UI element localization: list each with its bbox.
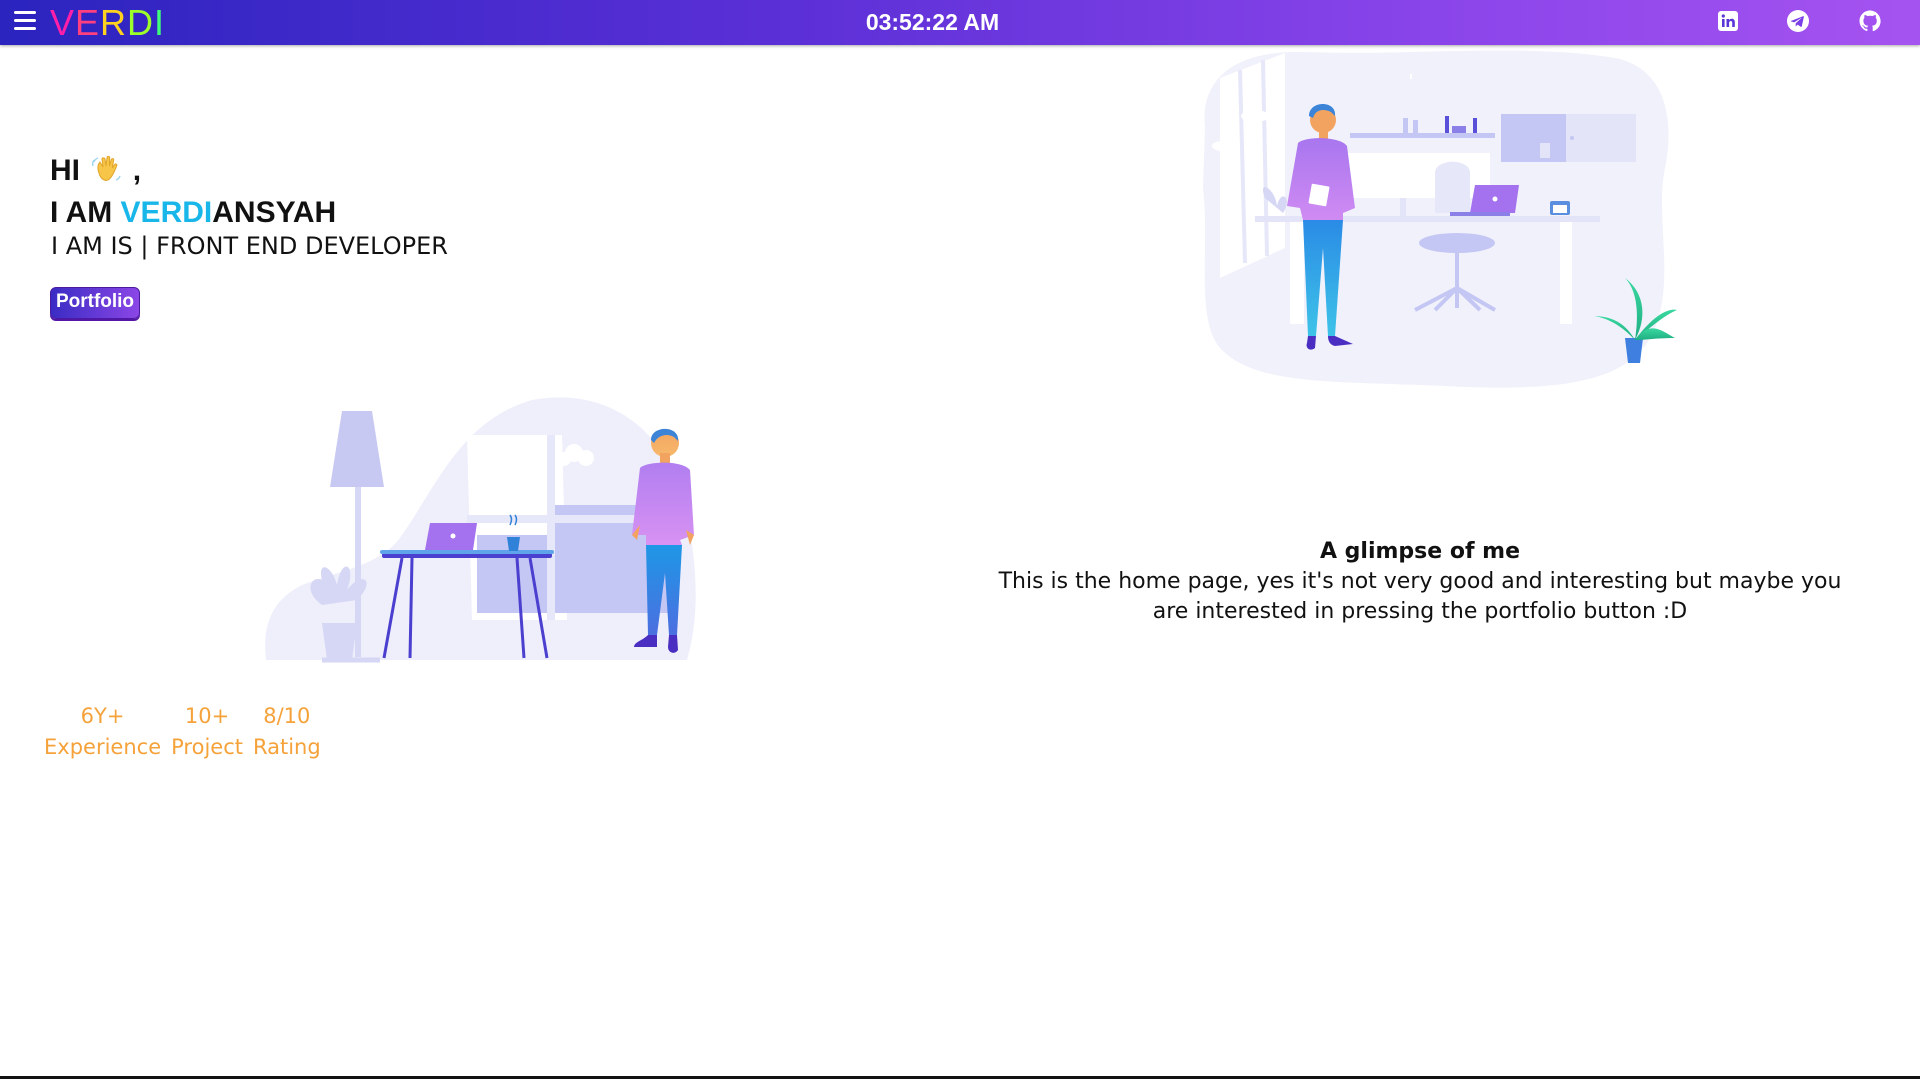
- greeting-suffix: ,: [132, 154, 142, 187]
- stat-value: 8/10: [263, 704, 311, 728]
- role-text: I AM IS | FRONT END DEVELOPER: [51, 232, 448, 260]
- stats: 6Y+ Experience 10+ Project 8/10 Rating: [44, 701, 321, 763]
- headline: I AM VERDIANSYAH: [50, 196, 336, 230]
- stat-experience: 6Y+ Experience: [44, 701, 161, 763]
- glimpse-title: A glimpse of me: [1319, 539, 1521, 564]
- linkedin-icon[interactable]: [1716, 9, 1740, 33]
- greeting-text: HI: [50, 154, 80, 187]
- stat-label: Project: [171, 735, 243, 759]
- stat-value: 10+: [184, 704, 230, 728]
- stat-label: Experience: [44, 735, 162, 759]
- portfolio-button[interactable]: Portfolio: [50, 287, 140, 319]
- name-rest: ANSYAH: [212, 196, 337, 229]
- greeting: HI ,: [50, 153, 141, 188]
- waving-hand-icon: [90, 153, 122, 185]
- navbar: VERDI 03:52:22 AM: [0, 0, 1920, 45]
- workspace-illustration-left: [265, 397, 696, 663]
- name-highlight: VERDI: [120, 196, 213, 229]
- clock: 03:52:22 AM: [865, 9, 1000, 35]
- github-icon[interactable]: [1858, 9, 1882, 33]
- stat-value: 6Y+: [80, 704, 125, 728]
- telegram-icon[interactable]: [1786, 9, 1810, 33]
- stat-project: 10+ Project: [171, 701, 243, 763]
- glimpse-text: This is the home page, yes it's not very…: [998, 569, 1842, 624]
- stat-label: Rating: [252, 735, 321, 759]
- bottom-divider: [0, 1076, 1920, 1079]
- office-illustration-right: [1203, 50, 1677, 388]
- headline-prefix: I AM: [50, 196, 121, 229]
- glimpse-section: A glimpse of me This is the home page, y…: [990, 537, 1850, 627]
- stat-rating: 8/10 Rating: [253, 701, 321, 763]
